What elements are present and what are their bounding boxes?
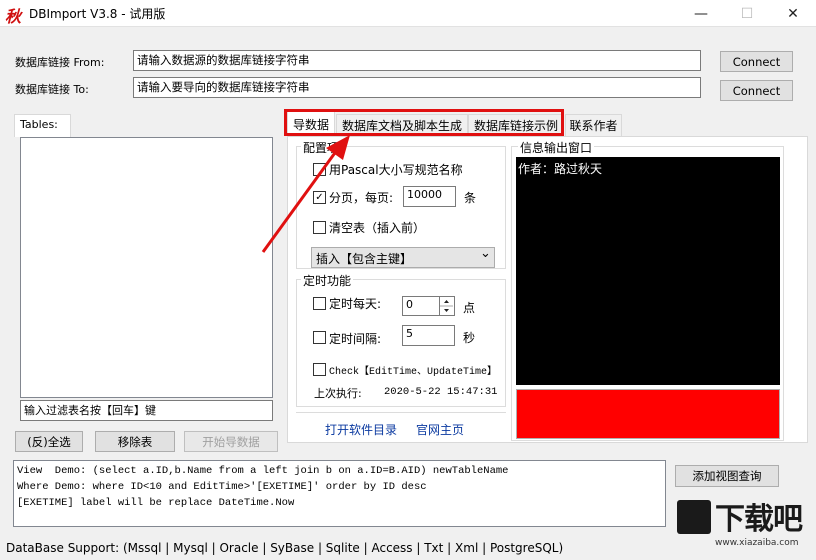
check-edittime-checkbox[interactable]: [313, 363, 326, 376]
minimize-button[interactable]: —: [678, 0, 724, 27]
daily-unit: 点: [463, 301, 476, 315]
output-console: 作者：路过秋天: [516, 157, 780, 385]
from-label: 数据库链接 From:: [15, 56, 105, 69]
to-label: 数据库链接 To:: [15, 83, 89, 96]
watermark-text: 下载吧: [715, 502, 803, 537]
status-indicator: [516, 389, 780, 439]
paging-unit: 条: [464, 191, 477, 205]
interval-unit: 秒: [463, 331, 476, 345]
start-import-button: 开始导数据: [184, 431, 278, 452]
log-line: [EXETIME] label will be replace DateTime…: [17, 497, 295, 509]
select-all-button[interactable]: (反)全选: [15, 431, 83, 452]
log-line: Where Demo: where ID<10 and EditTime>'[E…: [17, 481, 427, 493]
table-filter-input[interactable]: 输入过滤表名按【回车】键: [20, 400, 273, 421]
daily-hour-input[interactable]: 0: [402, 296, 440, 316]
output-group-title: 信息输出窗口: [518, 139, 595, 156]
from-connection-input[interactable]: 请输入数据源的数据库链接字符串: [133, 50, 701, 71]
tables-tab-label: Tables:: [20, 118, 58, 131]
last-run-label: 上次执行:: [314, 387, 362, 400]
watermark-logo: 下载吧 www.xiazaiba.com: [677, 496, 812, 556]
watermark-url: www.xiazaiba.com: [715, 538, 799, 548]
title-bar: 秋 DBImport V3.8 - 试用版 — ☐ ✕: [0, 0, 816, 27]
interval-checkbox[interactable]: [313, 331, 326, 344]
daily-checkbox[interactable]: [313, 297, 326, 310]
open-directory-link[interactable]: 打开软件目录: [325, 421, 397, 438]
remove-table-button[interactable]: 移除表: [95, 431, 175, 452]
spinner-buttons[interactable]: [440, 296, 455, 316]
check-edittime-label: Check【EditTime、UpdateTime】: [329, 367, 498, 378]
daily-hour-spinner[interactable]: 0: [402, 296, 455, 316]
interval-input[interactable]: 5: [402, 325, 455, 346]
homepage-link[interactable]: 官网主页: [416, 421, 464, 438]
window-title: DBImport V3.8 - 试用版: [29, 7, 166, 21]
output-text: 作者：路过秋天: [518, 162, 603, 176]
close-button[interactable]: ✕: [770, 0, 816, 27]
app-icon: 秋: [5, 7, 22, 26]
tables-tab[interactable]: Tables:: [14, 114, 71, 137]
sql-demo-log[interactable]: View Demo: (select a.ID,b.Name from a le…: [13, 460, 666, 527]
tables-list[interactable]: [20, 137, 273, 398]
paging-size-input[interactable]: 10000: [403, 186, 456, 207]
add-view-query-button[interactable]: 添加视图查询: [675, 465, 779, 487]
watermark-icon: [677, 500, 711, 534]
connect-from-button[interactable]: Connect: [720, 51, 793, 72]
divider: [296, 412, 506, 413]
chevron-down-icon: ⌄: [480, 246, 491, 261]
spinner-arrows-icon[interactable]: [440, 297, 453, 315]
connect-to-button[interactable]: Connect: [720, 80, 793, 101]
database-support-text: DataBase Support: (Mssql | Mysql | Oracl…: [6, 541, 564, 555]
last-run-value: 2020-5-22 15:47:31: [384, 386, 498, 398]
tab-contact-author[interactable]: 联系作者: [565, 114, 622, 136]
annotation-arrow-icon: [261, 135, 350, 253]
maximize-button: ☐: [740, 5, 754, 22]
timer-group-title: 定时功能: [301, 272, 354, 289]
interval-label: 定时间隔:: [329, 332, 382, 346]
to-connection-input[interactable]: 请输入要导向的数据库链接字符串: [133, 77, 701, 98]
daily-label: 定时每天:: [329, 297, 382, 311]
log-line: View Demo: (select a.ID,b.Name from a le…: [17, 465, 509, 477]
